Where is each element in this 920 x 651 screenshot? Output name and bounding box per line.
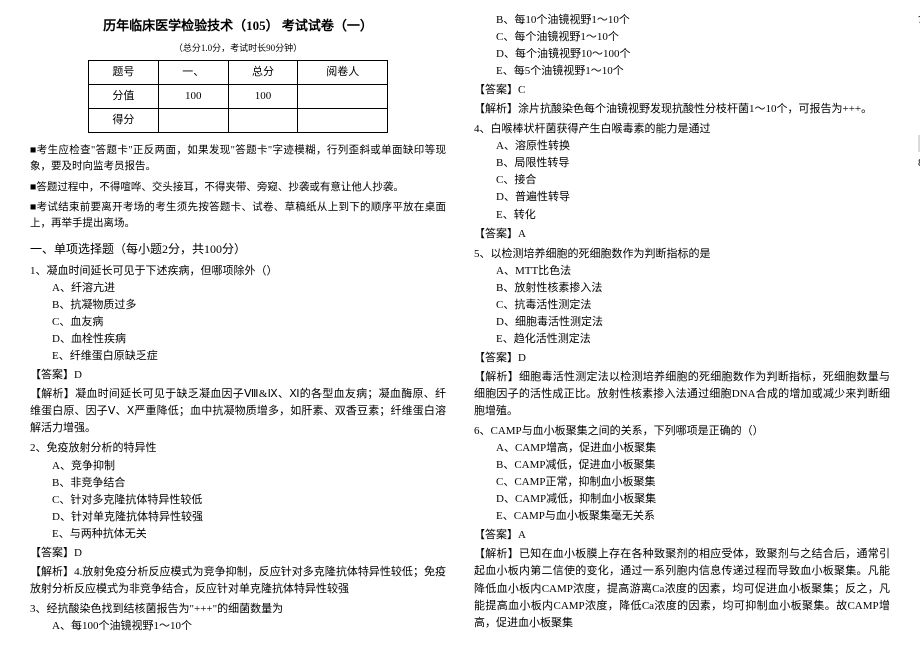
q3-explanation: 【解析】涂片抗酸染色每个油镜视野发现抗酸性分枝杆菌1～10个，可报告为+++。 (474, 101, 890, 118)
q4-stem: 4、白喉棒状杆菌获得产生白喉毒素的能力是通过 (474, 121, 890, 138)
q6-opt-a: A、CAMP增高，促进血小板聚集 (496, 440, 890, 457)
instruction-1: ■考生应检查"答题卡"正反两面，如果发现"答题卡"字迹模糊，行列歪斜或单面缺印等… (30, 143, 446, 176)
exam-subtitle: （总分1.0分，考试时长90分钟） (30, 42, 446, 56)
q6-opt-c: C、CAMP正常，抑制血小板聚集 (496, 474, 890, 491)
q5-opt-b: B、放射性核素掺入法 (496, 280, 890, 297)
q4-answer: 【答案】A (474, 226, 890, 243)
td-score-one (158, 109, 228, 133)
q4-opt-b: B、局限性转导 (496, 155, 890, 172)
q3-opt-b: B、每10个油镜视野1～10个 (496, 12, 890, 29)
q1-opt-e: E、纤维蛋白原缺乏症 (52, 348, 446, 365)
q2-opt-c: C、针对多克隆抗体特异性较低 (52, 492, 446, 509)
td-value-total: 100 (228, 85, 298, 109)
th-number: 题号 (89, 61, 159, 85)
q4-opt-a: A、溶原性转换 (496, 138, 890, 155)
q6-stem: 6、CAMP与血小板聚集之间的关系，下列哪项是正确的（） (474, 423, 890, 440)
q6-opt-e: E、CAMP与血小板聚集毫无关系 (496, 508, 890, 525)
exam-title: 历年临床医学检验技术（105） 考试试卷（一） (30, 16, 446, 36)
td-score-label: 得分 (89, 109, 159, 133)
q2-opt-a: A、竞争抑制 (52, 458, 446, 475)
td-value-one: 100 (158, 85, 228, 109)
instruction-3: ■考试结束前要离开考场的考生须先按答题卡、试卷、草稿纸从上到下的顺序平放在桌面上… (30, 200, 446, 233)
q3-opt-e: E、每5个油镜视野1～10个 (496, 63, 890, 80)
q4-opt-e: E、转化 (496, 207, 890, 224)
q2-answer: 【答案】D (30, 545, 446, 562)
q1-opt-a: A、纤溶亢进 (52, 280, 446, 297)
q4-opt-d: D、普遍性转导 (496, 189, 890, 206)
q5-opt-a: A、MTT比色法 (496, 263, 890, 280)
q5-opt-d: D、细胞毒活性测定法 (496, 314, 890, 331)
q1-explanation: 【解析】凝血时间延长可见于缺乏凝血因子Ⅷ&Ⅸ、Ⅺ的各型血友病；凝血酶原、纤维蛋白… (30, 386, 446, 437)
q3-stem: 3、经抗酸染色找到结核菌报告为"+++"的细菌数量为 (30, 601, 446, 618)
td-score-grader (298, 109, 388, 133)
q3-opt-a: A、每100个油镜视野1～10个 (52, 618, 446, 635)
q2-stem: 2、免疫放射分析的特异性 (30, 440, 446, 457)
th-total: 总分 (228, 61, 298, 85)
td-value-grader (298, 85, 388, 109)
th-one: 一、 (158, 61, 228, 85)
q6-opt-d: D、CAMP减低，抑制血小板聚集 (496, 491, 890, 508)
q6-opt-b: B、CAMP减低，促进血小板聚集 (496, 457, 890, 474)
td-value-label: 分值 (89, 85, 159, 109)
th-grader: 阅卷人 (298, 61, 388, 85)
q1-opt-b: B、抗凝物质过多 (52, 297, 446, 314)
q5-answer: 【答案】D (474, 350, 890, 367)
instruction-2: ■答题过程中，不得喧哗、交头接耳，不得夹带、旁窥、抄袭或有意让他人抄袭。 (30, 180, 446, 196)
q1-opt-d: D、血栓性疾病 (52, 331, 446, 348)
q5-opt-e: E、趋化活性测定法 (496, 331, 890, 348)
td-score-total (228, 109, 298, 133)
q1-answer: 【答案】D (30, 367, 446, 384)
q6-answer: 【答案】A (474, 527, 890, 544)
q3-opt-c: C、每个油镜视野1～10个 (496, 29, 890, 46)
q3-answer: 【答案】C (474, 82, 890, 99)
q2-opt-d: D、针对单克隆抗体特异性较强 (52, 509, 446, 526)
q1-opt-c: C、血友病 (52, 314, 446, 331)
q2-opt-b: B、非竞争结合 (52, 475, 446, 492)
q5-stem: 5、以检测培养细胞的死细胞数作为判断指标的是 (474, 246, 890, 263)
q3-opt-d: D、每个油镜视野10～100个 (496, 46, 890, 63)
q5-explanation: 【解析】细胞毒活性测定法以检测培养细胞的死细胞数作为判断指标，死细胞数量与细胞因… (474, 369, 890, 420)
q4-opt-c: C、接合 (496, 172, 890, 189)
score-table: 题号 一、 总分 阅卷人 分值 100 100 得分 (88, 60, 388, 133)
q6-explanation: 【解析】已知在血小板膜上存在各种致聚剂的相应受体，致聚剂与之结合后，通常引起血小… (474, 546, 890, 631)
q2-explanation: 【解析】4.放射免疫分析反应模式为竞争抑制，反应针对多克隆抗体特异性较低；免疫放… (30, 564, 446, 598)
q5-opt-c: C、抗毒活性测定法 (496, 297, 890, 314)
section-heading: 一、单项选择题（每小题2分，共100分） (30, 240, 446, 259)
q2-opt-e: E、与两种抗体无关 (52, 526, 446, 543)
q1-stem: 1、凝血时间延长可见于下述疾病，但哪项除外（） (30, 263, 446, 280)
